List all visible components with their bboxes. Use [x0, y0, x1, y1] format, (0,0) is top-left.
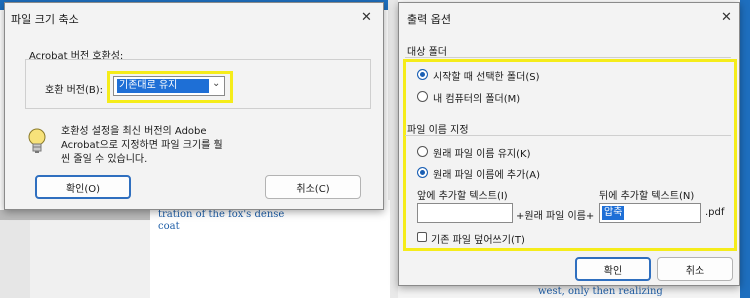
suffix-label: 뒤에 추가할 텍스트(N) [599, 191, 695, 202]
close-icon[interactable]: ✕ [721, 11, 732, 25]
background-text-line: tration of the fox's dense [158, 209, 285, 220]
background-window-edge [740, 0, 750, 298]
compat-select[interactable]: 기존대로 유지 ⌄ [113, 76, 225, 96]
background-document: tration of the fox's dense coat [150, 200, 390, 298]
dialog-title: 파일 크기 축소 [11, 13, 79, 26]
extension-text: .pdf [705, 207, 725, 218]
naming-option-keep-radio[interactable] [417, 146, 428, 157]
dialog-title: 출력 옵션 [407, 13, 451, 26]
divider [405, 135, 731, 136]
reduce-file-size-dialog: 파일 크기 축소 ✕ Acrobat 버전 호환성: 호환 버전(B): 기존대… [4, 2, 384, 210]
folder-option-start-radio[interactable] [417, 69, 428, 80]
target-folder-heading: 대상 폴더 [407, 47, 447, 58]
folder-option-start-label: 시작할 때 선택한 폴더(S) [433, 72, 540, 83]
cancel-button-label: 취소 [685, 265, 705, 277]
info-text: 호환성 설정을 최신 버전의 Adobe Acrobat으로 지정하면 파일 크… [61, 125, 223, 167]
folder-option-computer-label: 내 컴퓨터의 폴더(M) [433, 94, 521, 105]
prefix-label: 앞에 추가할 텍스트(I) [417, 191, 508, 202]
ok-button[interactable]: 확인(O) [35, 175, 131, 199]
suffix-input[interactable]: 압축 [599, 203, 701, 223]
background-right-page: west, only then realizing [398, 286, 750, 298]
naming-option-append-radio[interactable] [417, 167, 428, 178]
prefix-input-value [418, 207, 421, 218]
cancel-button[interactable]: 취소(C) [265, 175, 361, 199]
ok-button[interactable]: 확인 [575, 257, 651, 281]
overwrite-checkbox[interactable] [417, 232, 427, 242]
cancel-button-label: 취소(C) [296, 183, 330, 195]
background-text-line: west, only then realizing [538, 286, 663, 297]
background-side-strip [0, 220, 30, 298]
output-options-dialog: 출력 옵션 ✕ 대상 폴더 시작할 때 선택한 폴더(S) 내 컴퓨터의 폴더(… [398, 2, 740, 286]
overwrite-label: 기존 파일 덮어쓰기(T) [431, 235, 525, 246]
ok-button-label: 확인(O) [65, 183, 101, 195]
ok-button-label: 확인 [603, 265, 623, 277]
lightbulb-icon [27, 127, 47, 158]
compat-select-value: 기존대로 유지 [117, 79, 209, 93]
close-icon[interactable]: ✕ [361, 11, 372, 25]
info-line: 씬 줄일 수 있습니다. [61, 154, 148, 165]
folder-option-computer-radio[interactable] [417, 91, 428, 102]
prefix-input[interactable] [417, 203, 513, 223]
naming-option-append-label: 원래 파일 이름에 추가(A) [433, 170, 540, 181]
cancel-button[interactable]: 취소 [657, 257, 733, 281]
chevron-down-icon: ⌄ [212, 78, 221, 89]
background-text-line: coat [158, 221, 180, 232]
naming-option-keep-label: 원래 파일 이름 유지(K) [433, 149, 531, 160]
file-naming-heading: 파일 이름 지정 [407, 125, 469, 136]
info-line: Acrobat으로 지정하면 파일 크기를 훨 [61, 140, 223, 151]
suffix-input-value: 압축 [602, 206, 625, 220]
compat-label: 호환 버전(B): [45, 85, 104, 96]
original-name-text: +원래 파일 이름+ [516, 211, 595, 222]
divider [405, 57, 731, 58]
info-line: 호환성 설정을 최신 버전의 Adobe [61, 126, 207, 137]
